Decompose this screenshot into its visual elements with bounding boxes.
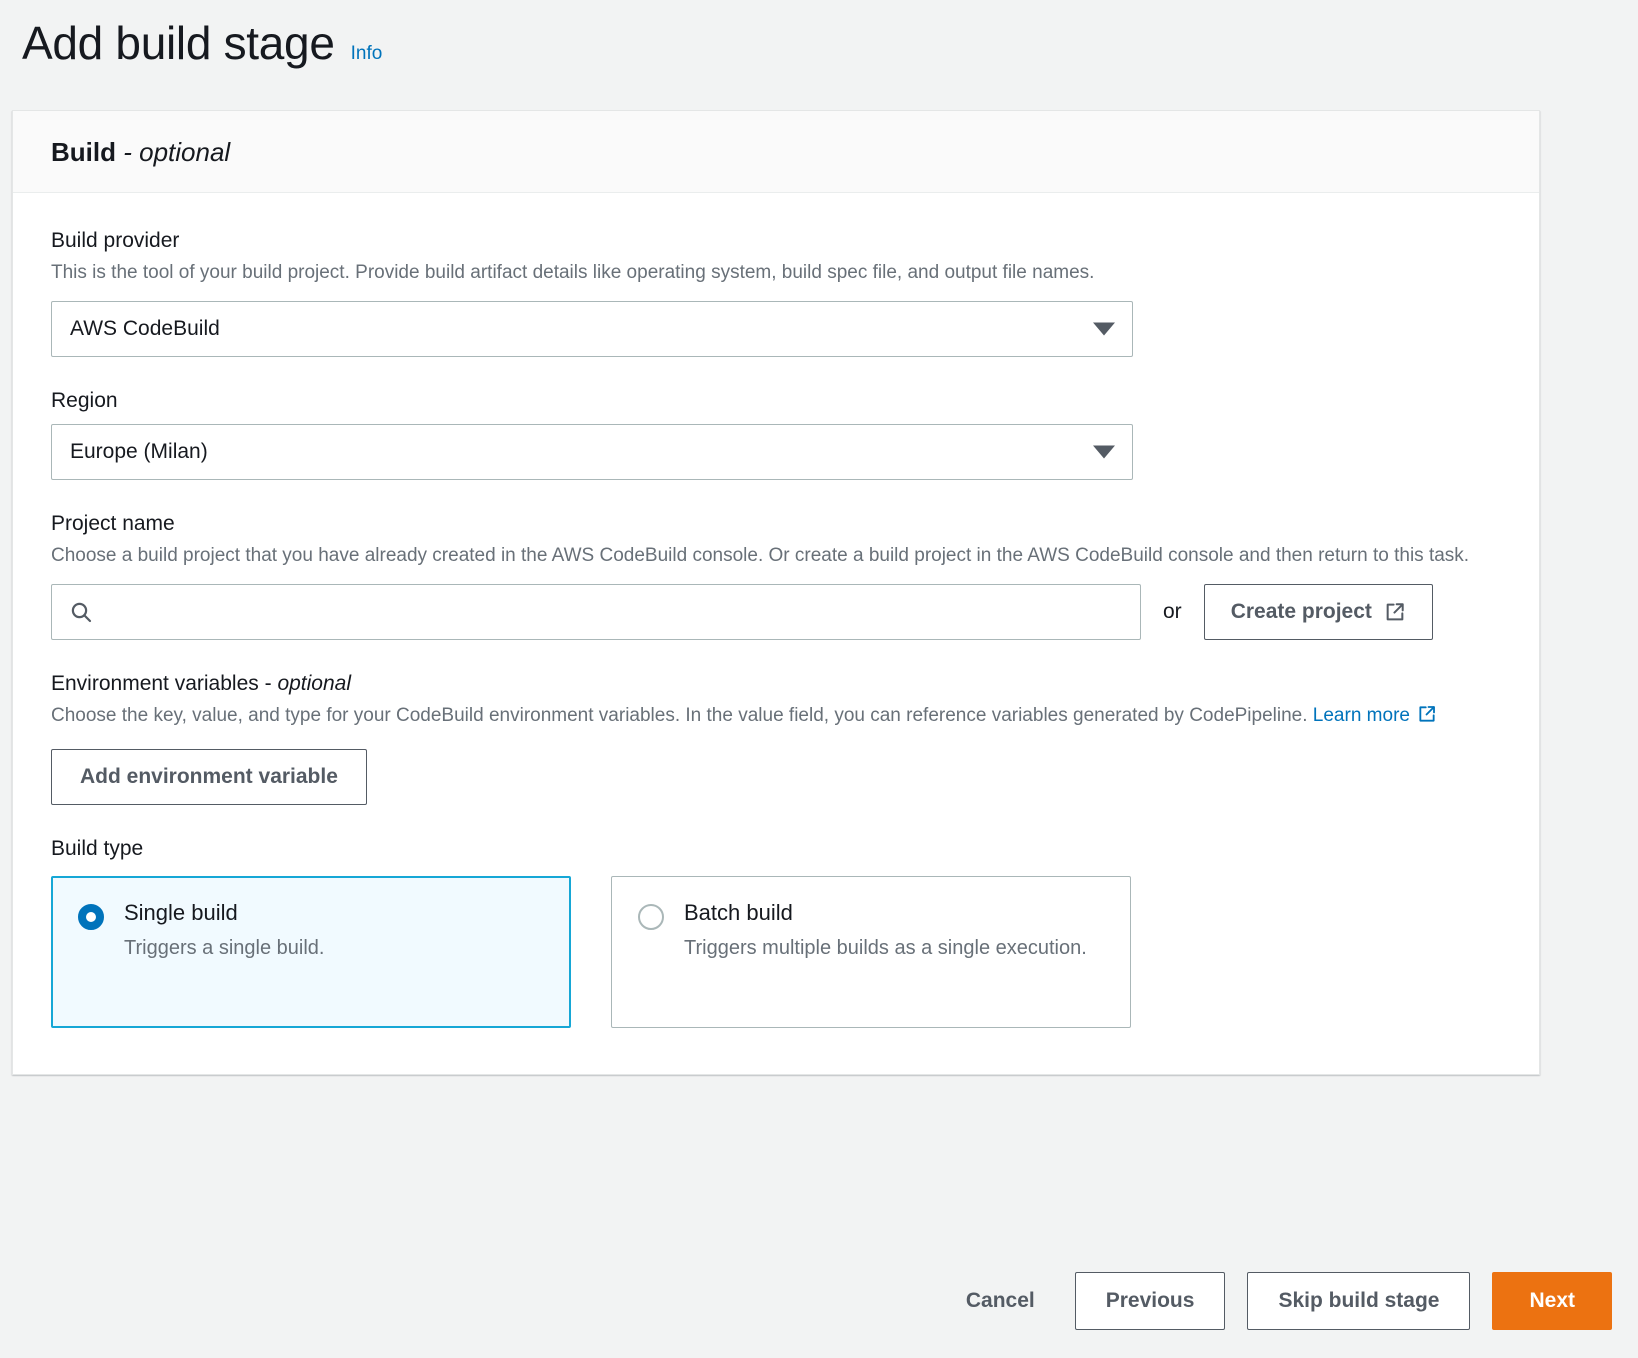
tile-content: Single build Triggers a single build. [78, 899, 544, 962]
region-label: Region [51, 388, 118, 412]
environment-variables-description: Choose the key, value, and type for your… [51, 702, 1501, 733]
build-provider-select[interactable]: AWS CodeBuild [51, 300, 1133, 357]
environment-variables-label-separator: - [258, 671, 278, 695]
project-name-row: or Create project [51, 583, 1501, 640]
environment-variables-label-optional: optional [277, 671, 351, 695]
field-build-provider: Build provider This is the tool of your … [51, 227, 1501, 357]
skip-build-stage-label: Skip build stage [1278, 1288, 1440, 1312]
page-header: Add build stage Info [0, 0, 1638, 100]
card-header-title: Build - optional [51, 137, 1501, 168]
region-select[interactable]: Europe (Milan) [51, 424, 1133, 481]
learn-more-link[interactable]: Learn more [1313, 705, 1410, 726]
project-name-search-wrapper [51, 583, 1141, 640]
build-type-option-batch-build[interactable]: Batch build Triggers multiple builds as … [611, 876, 1131, 1029]
build-provider-label: Build provider [51, 229, 180, 252]
card-header-title-optional: optional [139, 137, 231, 167]
project-name-search-input[interactable] [51, 583, 1141, 640]
build-provider-description: This is the tool of your build project. … [51, 262, 1095, 284]
skip-build-stage-button[interactable]: Skip build stage [1247, 1271, 1471, 1330]
next-button[interactable]: Next [1492, 1271, 1612, 1330]
region-selected-value: Europe (Milan) [70, 440, 208, 464]
previous-button[interactable]: Previous [1074, 1271, 1226, 1330]
region-select-wrapper: Europe (Milan) [51, 424, 1133, 481]
add-environment-variable-button[interactable]: Add environment variable [51, 748, 367, 805]
environment-variables-label-main: Environment variables [51, 671, 259, 695]
project-name-description: Choose a build project that you have alr… [51, 545, 1470, 567]
build-provider-select-wrapper: AWS CodeBuild [51, 300, 1133, 357]
radio-button-batch-build[interactable] [638, 904, 664, 931]
build-type-label: Build type [51, 836, 144, 860]
cancel-button[interactable]: Cancel [948, 1273, 1053, 1329]
footer-actions: Cancel Previous Skip build stage Next [0, 1243, 1638, 1358]
build-type-description: Triggers multiple builds as a single exe… [684, 936, 1087, 959]
external-link-icon [1417, 704, 1437, 733]
build-provider-selected-value: AWS CodeBuild [70, 316, 220, 340]
build-type-options: Single build Triggers a single build. Ba… [51, 876, 1501, 1029]
tile-texts: Single build Triggers a single build. [124, 899, 544, 962]
tile-texts: Batch build Triggers multiple builds as … [684, 899, 1104, 962]
field-region: Region Europe (Milan) [51, 387, 1501, 481]
field-environment-variables: Environment variables - optional Choose … [51, 670, 1501, 805]
external-link-icon [1384, 601, 1406, 623]
radio-button-single-build[interactable] [78, 904, 104, 931]
create-project-label: Create project [1230, 599, 1372, 623]
environment-variables-label: Environment variables - optional [51, 670, 1501, 697]
add-environment-variable-label: Add environment variable [80, 764, 338, 788]
build-type-description: Triggers a single build. [124, 936, 325, 959]
field-project-name: Project name Choose a build project that… [51, 510, 1501, 640]
build-type-option-single-build[interactable]: Single build Triggers a single build. [51, 876, 571, 1029]
create-project-button[interactable]: Create project [1203, 583, 1433, 640]
page-root: Add build stage Info Build - optional Bu… [0, 0, 1638, 1358]
environment-variables-description-text: Choose the key, value, and type for your… [51, 705, 1313, 727]
build-type-title: Single build [124, 900, 238, 926]
card-body: Build provider This is the tool of your … [13, 193, 1539, 1075]
or-label: or [1163, 599, 1182, 623]
previous-label: Previous [1105, 1288, 1195, 1312]
info-link[interactable]: Info [351, 43, 383, 65]
build-type-title: Batch build [684, 900, 793, 926]
tile-content: Batch build Triggers multiple builds as … [638, 899, 1104, 962]
card-header-title-separator: - [116, 137, 140, 167]
build-stage-card: Build - optional Build provider This is … [12, 110, 1540, 1076]
field-build-type: Build type Single build Triggers a singl… [51, 835, 1501, 1029]
page-title: Add build stage [22, 17, 335, 69]
project-name-label: Project name [51, 512, 175, 536]
card-header: Build - optional [13, 111, 1539, 193]
card-header-title-main: Build [51, 137, 116, 167]
